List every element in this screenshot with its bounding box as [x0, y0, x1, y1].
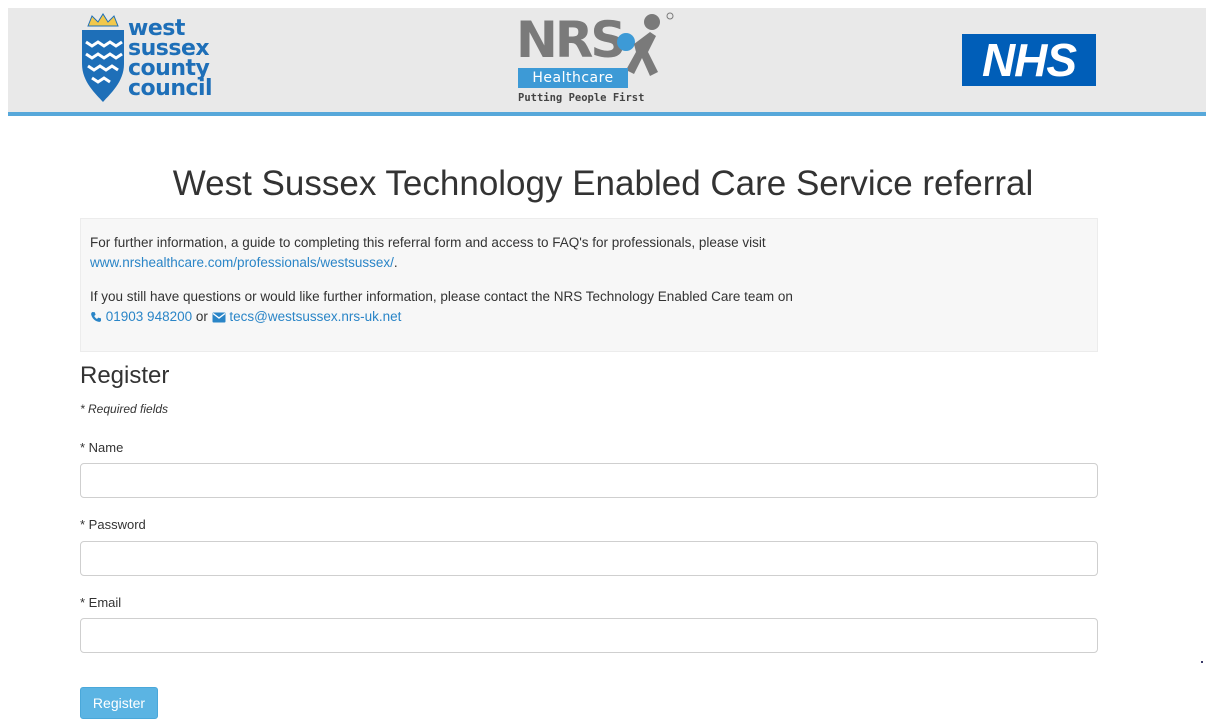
info-contact-text: If you still have questions or would lik… — [90, 289, 793, 304]
info-paragraph-contact: If you still have questions or would lik… — [90, 287, 1088, 327]
phone-icon — [91, 312, 101, 322]
west-sussex-county-council-logo[interactable]: west sussex county council — [80, 12, 250, 108]
required-fields-note: * Required fields — [80, 402, 169, 416]
site-header: west sussex county council NRS Healthcar… — [8, 8, 1206, 116]
password-input[interactable] — [80, 541, 1098, 576]
nrs-wordmark: NRS — [516, 11, 626, 69]
email-label: * Email — [80, 595, 122, 610]
nrs-healthcare-logo[interactable]: NRS Healthcare Putting People First — [516, 12, 686, 108]
password-label: * Password — [80, 517, 146, 532]
nrs-healthcare-badge: Healthcare — [518, 68, 628, 88]
register-heading: Register — [80, 362, 170, 389]
name-input[interactable] — [80, 463, 1098, 498]
page-title: West Sussex Technology Enabled Care Serv… — [172, 164, 1034, 203]
stray-dot — [1201, 661, 1203, 663]
wscc-shield-icon — [82, 13, 124, 102]
register-button[interactable]: Register — [80, 687, 158, 719]
nhs-logo[interactable]: NHS — [962, 34, 1096, 86]
phone-number: 01903 948200 — [105, 309, 193, 324]
name-label: * Name — [80, 440, 124, 455]
email-input[interactable] — [80, 618, 1098, 653]
wscc-wordmark: west sussex county council — [128, 18, 213, 101]
or-text: or — [195, 309, 208, 324]
info-paragraph-guide: For further information, a guide to comp… — [90, 233, 1088, 273]
info-panel: For further information, a guide to comp… — [80, 218, 1098, 352]
info-guide-text: For further information, a guide to comp… — [90, 235, 766, 250]
envelope-icon — [212, 312, 226, 323]
info-guide-period: . — [393, 255, 398, 270]
professionals-link[interactable]: www.nrshealthcare.com/professionals/west… — [90, 255, 394, 270]
email-address: tecs@westsussex.nrs-uk.net — [229, 309, 402, 324]
email-link[interactable]: tecs@westsussex.nrs-uk.net — [212, 309, 402, 324]
wscc-line: council — [128, 76, 213, 101]
nrs-tagline: Putting People First — [518, 92, 645, 104]
phone-link[interactable]: 01903 948200 — [90, 309, 192, 324]
